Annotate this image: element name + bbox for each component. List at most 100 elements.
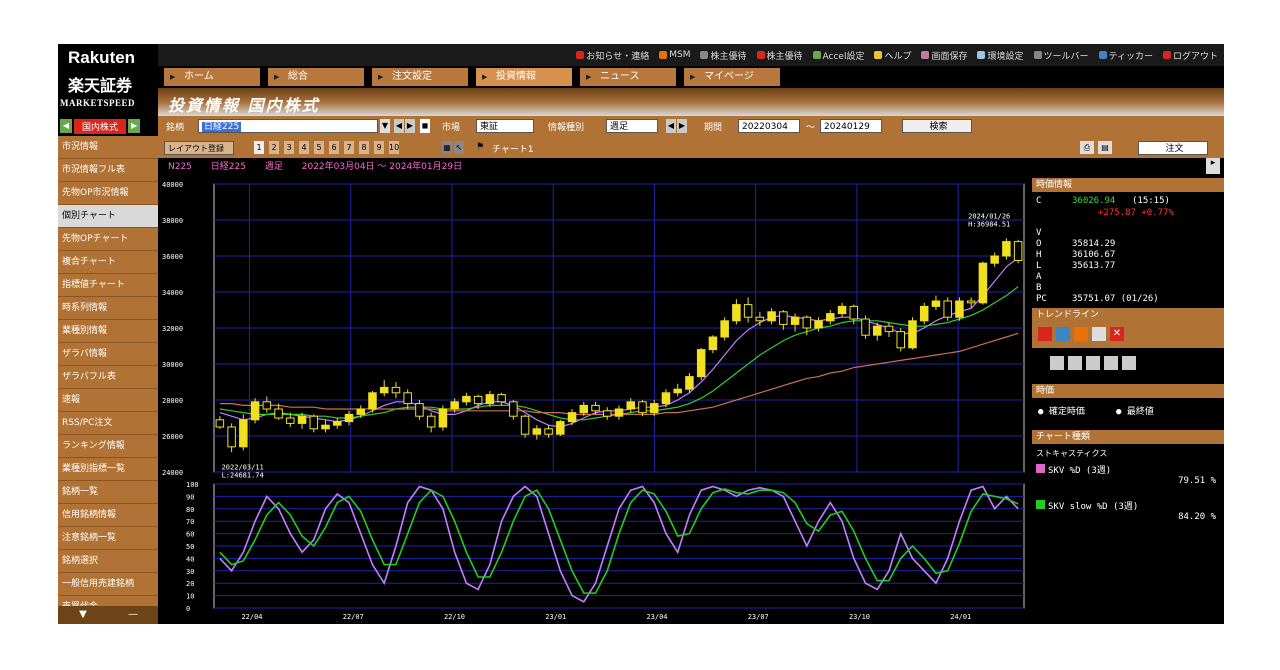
price-tick-label: 28000 [162,397,183,405]
prev-arrow-icon[interactable]: ◀ [60,119,72,133]
top-menu-item[interactable]: 株主優待 [756,49,803,62]
fibo-tool-icon[interactable] [1074,327,1088,341]
sidebar-item[interactable]: 先物OP市況情報 [58,182,158,205]
panel-toggle-icon[interactable]: ▸ [1206,158,1220,174]
layout-number-button[interactable]: 6 [329,141,339,154]
tab-item[interactable]: マイページ [684,68,780,86]
layout-number-button[interactable]: 7 [344,141,354,154]
prev-symbol-icon[interactable]: ◀ [394,119,404,133]
candle-body [403,392,412,405]
menu-item-label: 株主優待 [710,51,747,62]
tab-item[interactable]: 注文設定 [372,68,468,86]
sidebar-item[interactable]: 注意銘柄一覧 [58,527,158,550]
chart-area[interactable]: 40000 38000 36000 34000 32000 30000 28000 26000… [158,176,1032,624]
sidebar-item[interactable]: 一般信用売建銘柄 [58,573,158,596]
tab-item[interactable]: 総合 [268,68,364,86]
layout-number-button[interactable]: 10 [389,141,399,154]
symbol-dropdown-icon[interactable]: ▼ [380,119,390,133]
tab-item[interactable]: ホーム [164,68,260,86]
pointer-icon[interactable]: ↖ [454,141,464,154]
symbol-input[interactable]: 日経225 [198,119,378,133]
top-menu-item[interactable]: 株主優待 [700,49,747,62]
tool-icon-2[interactable] [1068,356,1082,370]
top-menu-item[interactable]: ティッカー [1098,49,1153,62]
radio-settled[interactable]: ● 確定時価 [1038,404,1085,417]
layout-number-button[interactable]: 4 [299,141,309,154]
top-menu-item[interactable]: ツールバー [1033,49,1089,62]
sidebar-item[interactable]: ザラバ情報 [58,343,158,366]
tab-item[interactable]: ニュース [580,68,676,86]
layout-number-button[interactable]: 8 [359,141,369,154]
layout-number-button[interactable]: 3 [284,141,294,154]
grid-icon[interactable]: ▦ [442,141,452,154]
top-menu-item[interactable]: お知らせ・連絡 [576,49,649,62]
top-menu-item[interactable]: MSM [659,50,690,60]
select-tool-icon[interactable] [1092,327,1106,341]
tab-item[interactable]: 投資情報 [476,68,572,86]
sidebar-item[interactable]: 銘柄一覧 [58,481,158,504]
prev-type-icon[interactable]: ◀ [666,119,676,133]
layout-number-button[interactable]: 2 [269,141,279,154]
parallel-tool-icon[interactable] [1056,327,1070,341]
radio-latest[interactable]: ● 最終値 [1116,404,1154,417]
top-menu-item[interactable]: Accel設定 [812,49,864,62]
chart-info: N225 日経225 週足 2022年03月04日 〜 2024年01月29日 [158,158,1032,176]
chart-svg[interactable]: 40000 38000 36000 34000 32000 30000 28000 26000… [158,176,1032,624]
tool-icon-5[interactable] [1122,356,1136,370]
layout-number-button[interactable]: 1 [254,141,264,154]
sidebar-item[interactable]: RSS/PC注文 [58,412,158,435]
sidebar-item[interactable]: ランキング情報 [58,435,158,458]
candle-body [415,403,424,417]
tool-icon-3[interactable] [1086,356,1100,370]
sidebar-item[interactable]: 個別チャート [58,205,158,228]
date-to-input[interactable]: 20240129 [820,119,882,133]
delete-tool-icon[interactable]: ✕ [1110,327,1124,341]
line-tool-icon[interactable] [1038,327,1052,341]
sidebar-item[interactable]: 市況情報 [58,136,158,159]
candle-body [767,311,776,322]
candle-body [1013,241,1023,261]
register-icon[interactable]: ◼ [420,119,430,133]
category-selector[interactable]: ◀ 国内株式 ▶ [58,116,158,136]
print-icon[interactable]: ⎙ [1080,141,1094,154]
layout-register-button[interactable]: レイアウト登録 [164,141,234,155]
next-symbol-icon[interactable]: ▶ [405,119,415,133]
quote-key: H [1036,250,1042,260]
sidebar-item[interactable]: 業種別情報 [58,320,158,343]
tool-icon-1[interactable] [1050,356,1064,370]
top-menu-item[interactable]: ログアウト [1162,49,1218,62]
next-type-icon[interactable]: ▶ [677,119,687,133]
search-button[interactable]: 検索 [902,119,972,133]
price-tick-label: 36000 [162,253,183,261]
order-button[interactable]: 注文 [1138,141,1208,155]
top-menu-item[interactable]: 環境設定 [977,49,1024,62]
sidebar-item[interactable]: 先物OPチャート [58,228,158,251]
next-arrow-icon[interactable]: ▶ [128,119,141,133]
sidebar-item[interactable]: 複合チャート [58,251,158,274]
sidebar-item[interactable]: 信用銘柄情報 [58,504,158,527]
layout-number-button[interactable]: 5 [314,141,324,154]
radio-latest-label: 最終値 [1126,407,1154,417]
price-tick-label: 26000 [162,433,183,441]
sidebar-item[interactable]: 時系列情報 [58,297,158,320]
sidebar-item[interactable]: 市況情報フル表 [58,159,158,182]
top-menu-item[interactable]: 画面保存 [921,49,967,62]
top-menu-item[interactable]: ヘルプ [874,49,911,62]
scroll-bar-icon[interactable]: — [108,606,158,624]
sidebar-item[interactable]: 業種別指標一覧 [58,458,158,481]
market-select[interactable]: 東証 [476,119,534,133]
layout-number-button[interactable]: 9 [374,141,384,154]
tool-icon-4[interactable] [1104,356,1118,370]
scroll-down-icon[interactable]: ▼ [58,606,108,624]
display-tools [1050,356,1136,370]
sidebar-item[interactable]: 銘柄選択 [58,550,158,573]
sidebar-item[interactable]: ザラバフル表 [58,366,158,389]
sidebar-item[interactable]: 速報 [58,389,158,412]
type-select[interactable]: 週足 [606,119,658,133]
category-label[interactable]: 国内株式 [74,118,127,134]
date-from-input[interactable]: 20220304 [738,119,800,133]
document-icon[interactable]: ▤ [1098,141,1112,154]
menu-item-icon [659,51,668,59]
x-tick-label: 23/04 [646,613,667,621]
sidebar-item[interactable]: 指標値チャート [58,274,158,297]
